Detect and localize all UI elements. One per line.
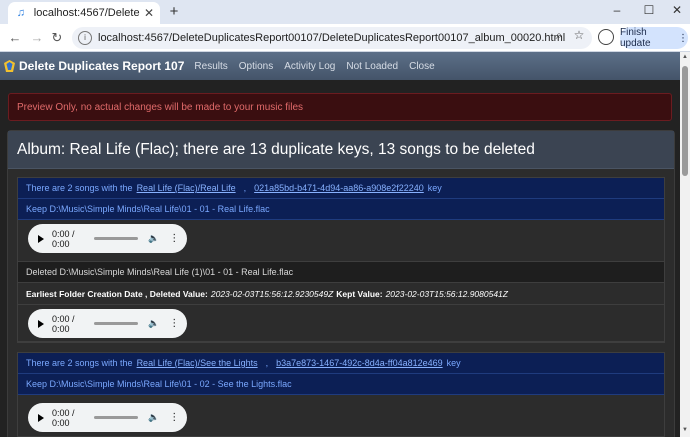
- address-url: localhost:4567/DeleteDuplicatesReport001…: [98, 32, 566, 44]
- player-time: 0:00 / 0:00: [52, 228, 75, 249]
- site-info-icon[interactable]: i: [78, 31, 92, 45]
- player-menu-icon[interactable]: ⋮: [169, 318, 179, 329]
- deleted-value: 2023-02-03T15:56:12.9230549Z: [210, 288, 334, 299]
- player-menu-icon[interactable]: ⋮: [169, 412, 179, 423]
- album-card: Album: Real Life (Flac); there are 13 du…: [7, 130, 675, 437]
- deleted-row: Deleted D:\Music\Simple Minds\Real Life …: [18, 262, 664, 283]
- song-link[interactable]: Real Life (Flac)/See the Lights: [137, 358, 258, 368]
- preview-alert-text: Preview Only, no actual changes will be …: [17, 101, 304, 113]
- music-note-icon: ♫: [16, 7, 25, 19]
- browser-chrome: ♫ localhost:4567/DeleteDuplicate ✕ + – ☐…: [0, 0, 690, 52]
- difference-label: Earliest Folder Creation Date , Deleted …: [26, 288, 208, 299]
- seek-slider[interactable]: [94, 416, 138, 419]
- scrollbar-thumb[interactable]: [682, 66, 688, 176]
- kept-label: Kept Value:: [336, 288, 383, 299]
- audio-player[interactable]: 0:00 / 0:00 🔈 ⋮: [28, 403, 187, 432]
- nav-close[interactable]: Close: [409, 61, 435, 72]
- forward-icon[interactable]: →: [28, 29, 46, 47]
- volume-icon[interactable]: 🔈: [148, 318, 159, 329]
- preview-alert: Preview Only, no actual changes will be …: [8, 93, 672, 121]
- volume-icon[interactable]: 🔈: [148, 233, 159, 244]
- brand[interactable]: Delete Duplicates Report 107: [4, 59, 184, 73]
- kept-value: 2023-02-03T15:56:12.9080541Z: [385, 288, 508, 299]
- song-link[interactable]: Real Life (Flac)/Real Life: [137, 183, 236, 193]
- minimize-icon[interactable]: –: [608, 3, 626, 17]
- maximize-icon[interactable]: ☐: [640, 3, 658, 17]
- duplicate-group: There are 2 songs with the Real Life (Fl…: [17, 352, 665, 437]
- browser-toolbar: ← → ↻ i localhost:4567/DeleteDuplicatesR…: [0, 24, 690, 52]
- finish-update-label: Finish update: [620, 27, 651, 49]
- play-icon[interactable]: [38, 413, 44, 422]
- deleted-path: Deleted D:\Music\Simple Minds\Real Life …: [26, 267, 294, 277]
- scroll-up-icon[interactable]: ▲: [681, 54, 689, 60]
- tab-title: localhost:4567/DeleteDuplicate: [33, 7, 140, 19]
- page-scrollbar[interactable]: ▲ ▼: [680, 52, 690, 437]
- player-time: 0:00 / 0:00: [52, 313, 75, 334]
- nav-not-loaded[interactable]: Not Loaded: [346, 61, 398, 72]
- play-icon[interactable]: [38, 319, 44, 328]
- seek-slider[interactable]: [94, 237, 138, 240]
- finish-update-button[interactable]: Finish update ⋮: [620, 27, 688, 49]
- nav-results[interactable]: Results: [194, 61, 227, 72]
- duplicate-key-row: There are 2 songs with the Real Life (Fl…: [18, 353, 664, 374]
- reload-icon[interactable]: ↻: [48, 29, 66, 47]
- key-link[interactable]: 021a85bd-b471-4d94-aa86-a908e2f22240: [254, 183, 424, 193]
- browser-tab[interactable]: ♫ localhost:4567/DeleteDuplicate ✕: [8, 2, 160, 24]
- new-tab-icon[interactable]: +: [166, 4, 182, 20]
- app-navbar: Delete Duplicates Report 107 Results Opt…: [0, 52, 680, 80]
- brand-name: Delete Duplicates Report 107: [19, 59, 185, 73]
- more-menu-icon[interactable]: ⋮: [678, 33, 688, 44]
- duplicate-suffix: key: [446, 358, 461, 368]
- duplicate-suffix: key: [427, 183, 442, 193]
- address-bar[interactable]: i localhost:4567/DeleteDuplicatesReport0…: [72, 27, 592, 49]
- audio-row: 0:00 / 0:00 🔈 ⋮: [18, 220, 664, 262]
- duplicate-key-row: There are 2 songs with the Real Life (Fl…: [18, 178, 664, 199]
- keep-row: Keep D:\Music\Simple Minds\Real Life\01 …: [18, 374, 664, 395]
- zoom-icon[interactable]: ⌕: [552, 28, 566, 43]
- keep-path: Keep D:\Music\Simple Minds\Real Life\01 …: [26, 204, 270, 214]
- player-menu-icon[interactable]: ⋮: [169, 233, 179, 244]
- seek-slider[interactable]: [94, 322, 138, 325]
- key-link[interactable]: b3a7e873-1467-492c-8d4a-ff04a812e469: [276, 358, 442, 368]
- player-time: 0:00 / 0:00: [52, 407, 75, 428]
- nav-activity-log[interactable]: Activity Log: [284, 61, 335, 72]
- album-card-header: Album: Real Life (Flac); there are 13 du…: [8, 131, 674, 169]
- audio-player[interactable]: 0:00 / 0:00 🔈 ⋮: [28, 309, 187, 338]
- tab-close-icon[interactable]: ✕: [144, 6, 154, 20]
- keep-row: Keep D:\Music\Simple Minds\Real Life\01 …: [18, 199, 664, 220]
- app-logo-icon: [4, 60, 15, 72]
- page: Delete Duplicates Report 107 Results Opt…: [0, 52, 680, 437]
- back-icon[interactable]: ←: [6, 29, 24, 47]
- duplicate-prefix: There are 2 songs with the: [26, 358, 133, 368]
- profile-icon[interactable]: [598, 29, 614, 45]
- audio-row: 0:00 / 0:00 🔈 ⋮: [18, 395, 664, 437]
- bookmark-star-icon[interactable]: ☆: [572, 28, 586, 42]
- audio-player[interactable]: 0:00 / 0:00 🔈 ⋮: [28, 224, 187, 253]
- play-icon[interactable]: [38, 234, 44, 243]
- tab-strip: ♫ localhost:4567/DeleteDuplicate ✕ + – ☐…: [0, 0, 690, 24]
- volume-icon[interactable]: 🔈: [148, 412, 159, 423]
- audio-row: 0:00 / 0:00 🔈 ⋮: [18, 305, 664, 342]
- album-title: Album: Real Life (Flac); there are 13 du…: [17, 140, 535, 158]
- duplicate-group: There are 2 songs with the Real Life (Fl…: [17, 177, 665, 343]
- window-close-icon[interactable]: ✕: [668, 3, 686, 17]
- scroll-down-icon[interactable]: ▼: [681, 427, 689, 433]
- difference-row: Earliest Folder Creation Date , Deleted …: [18, 283, 664, 305]
- keep-path: Keep D:\Music\Simple Minds\Real Life\01 …: [26, 379, 292, 389]
- duplicate-prefix: There are 2 songs with the: [26, 183, 133, 193]
- nav-options[interactable]: Options: [239, 61, 273, 72]
